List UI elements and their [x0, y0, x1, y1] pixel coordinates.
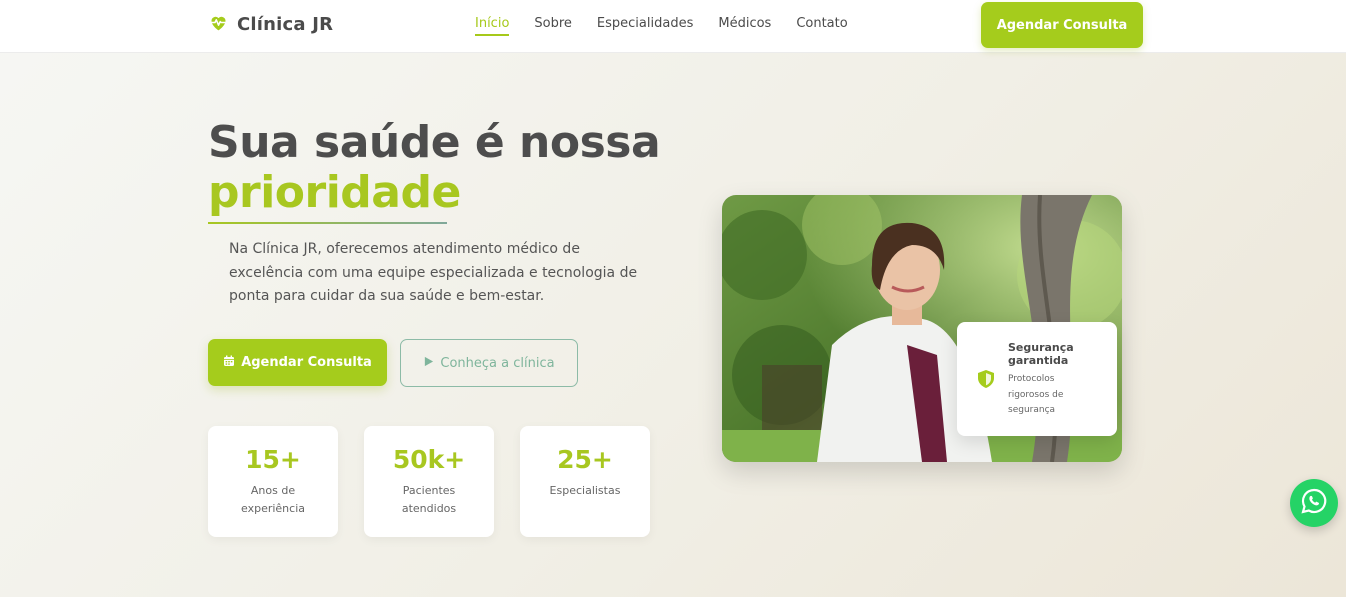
- site-header: Clínica JR Início Sobre Especialidades M…: [0, 0, 1346, 53]
- hero-title: Sua saúde é nossa: [208, 117, 661, 168]
- nav-item-medicos[interactable]: Médicos: [718, 16, 771, 35]
- stat-value: 15+: [245, 445, 301, 474]
- calendar-icon: [223, 355, 241, 371]
- nav-item-sobre[interactable]: Sobre: [534, 16, 572, 35]
- whatsapp-icon: [1300, 487, 1328, 519]
- main-nav: Início Sobre Especialidades Médicos Cont…: [475, 16, 873, 36]
- stat-value: 25+: [557, 445, 613, 474]
- brand-name: Clínica JR: [237, 14, 334, 35]
- stat-card-experience: 15+ Anos de experiência: [208, 426, 338, 537]
- security-card-title: Segurança garantida: [1008, 341, 1074, 367]
- stat-value: 50k+: [392, 445, 466, 474]
- schedule-button-label: Agendar Consulta: [241, 355, 372, 370]
- logo[interactable]: Clínica JR: [208, 12, 333, 37]
- security-card: Segurança garantida Protocolos rigorosos…: [957, 322, 1117, 436]
- schedule-button[interactable]: Agendar Consulta: [208, 339, 387, 386]
- discover-clinic-button[interactable]: Conheça a clínica: [400, 339, 578, 387]
- hero-description: Na Clínica JR, oferecemos atendimento mé…: [229, 241, 638, 304]
- accent-underline: [208, 222, 447, 224]
- stat-label: Pacientes atendidos: [401, 484, 457, 515]
- stat-label: Anos de experiência: [241, 484, 305, 515]
- nav-item-contato[interactable]: Contato: [796, 16, 847, 35]
- nav-item-especialidades[interactable]: Especialidades: [597, 16, 693, 35]
- header-schedule-button[interactable]: Agendar Consulta: [981, 2, 1143, 48]
- nav-item-inicio[interactable]: Início: [475, 16, 510, 36]
- stat-card-patients: 50k+ Pacientes atendidos: [364, 426, 494, 537]
- discover-clinic-label: Conheça a clínica: [440, 355, 555, 371]
- stat-card-specialists: 25+ Especialistas: [520, 426, 650, 537]
- play-icon: [423, 356, 440, 371]
- stat-label: Especialistas: [549, 484, 621, 497]
- shield-icon: [976, 369, 996, 389]
- security-card-text: Protocolos rigorosos de segurança: [1008, 374, 1064, 415]
- hero-title-accent: prioridade: [208, 167, 461, 218]
- whatsapp-button[interactable]: [1290, 479, 1338, 527]
- heart-pulse-icon: [208, 12, 229, 37]
